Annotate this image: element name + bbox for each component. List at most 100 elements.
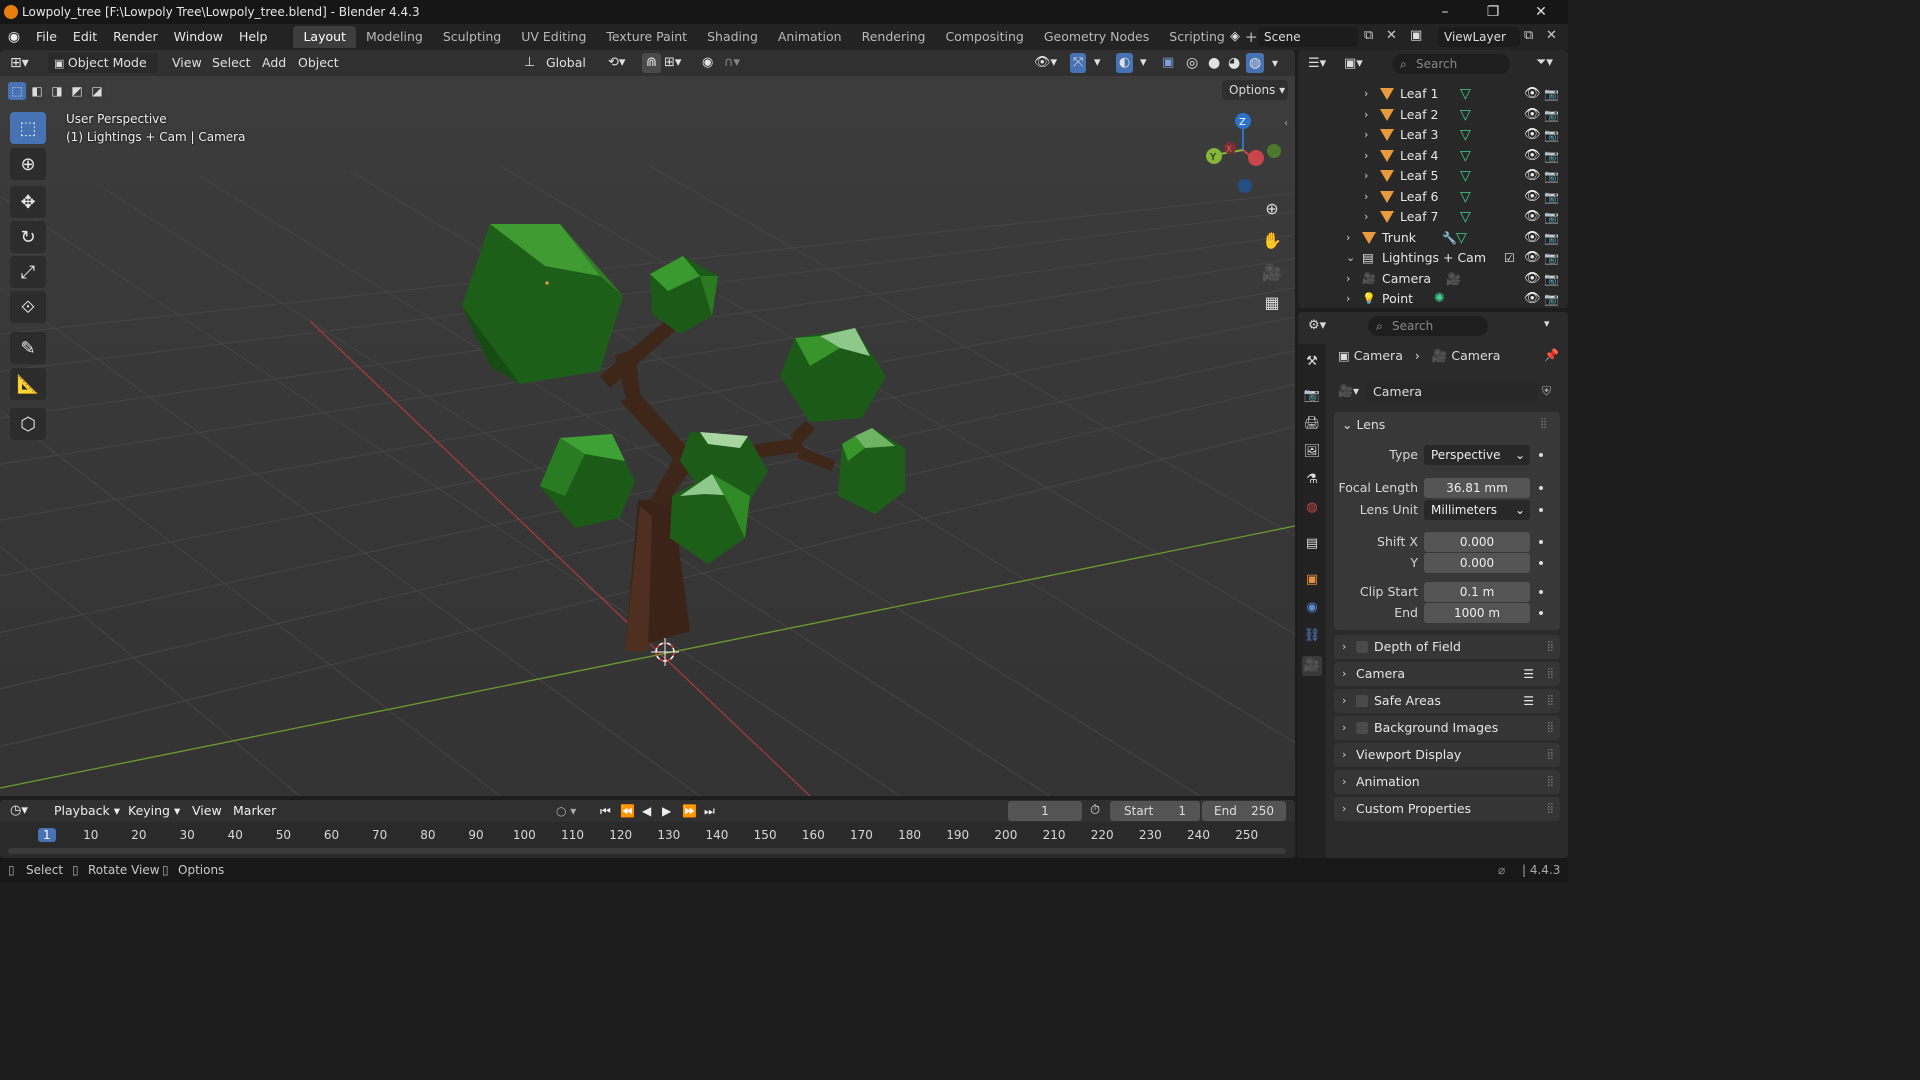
chevron-right-icon[interactable]: › bbox=[1364, 125, 1368, 145]
move-tool-icon[interactable]: ✥ bbox=[10, 186, 46, 218]
close-button[interactable]: ✕ bbox=[1526, 2, 1556, 22]
drag-handle-icon[interactable]: ⣿ bbox=[1547, 770, 1554, 794]
mode-dropdown[interactable]: ▣ Object Mode ▾ bbox=[48, 53, 158, 91]
drag-handle-icon[interactable]: ⣿ bbox=[1547, 797, 1554, 821]
drag-handle-icon[interactable]: ⣿ bbox=[1547, 662, 1554, 686]
select-invert-icon[interactable]: ◩ bbox=[68, 82, 86, 100]
view-menu[interactable]: View bbox=[172, 53, 202, 73]
delete-scene-icon[interactable]: ✕ bbox=[1386, 28, 1397, 43]
outliner-row[interactable]: › Leaf 5 ▽ 👁 📷 bbox=[1298, 166, 1568, 186]
camera-view-icon[interactable]: 🎥 bbox=[1258, 258, 1286, 286]
visibility-eye-icon[interactable]: 👁 bbox=[1524, 248, 1541, 268]
outliner-row[interactable]: › Leaf 4 ▽ 👁 📷 bbox=[1298, 146, 1568, 166]
filter-icon[interactable]: ⏷▾ bbox=[1536, 55, 1553, 70]
select-box-tool-icon[interactable]: ⬚ bbox=[10, 112, 46, 144]
rotate-tool-icon[interactable]: ↻ bbox=[10, 221, 46, 253]
tab-uv-editing[interactable]: UV Editing bbox=[511, 26, 596, 48]
sidebar-toggle-icon[interactable]: ‹ bbox=[1284, 118, 1288, 129]
minimize-button[interactable]: – bbox=[1430, 2, 1460, 22]
play-reverse-icon[interactable]: ◀ bbox=[642, 803, 651, 819]
render-visibility-camera-icon[interactable]: 📷 bbox=[1544, 269, 1559, 289]
pin-icon[interactable]: 📌 bbox=[1544, 348, 1559, 362]
view-layer-icon[interactable]: ▣ bbox=[1410, 28, 1422, 43]
render-visibility-camera-icon[interactable]: 📷 bbox=[1544, 146, 1559, 166]
presets-list-icon[interactable]: ☰ bbox=[1523, 662, 1534, 686]
zoom-icon[interactable]: ⊕ bbox=[1258, 194, 1286, 222]
play-icon[interactable]: ▶ bbox=[662, 803, 671, 819]
render-visibility-camera-icon[interactable]: 📷 bbox=[1544, 125, 1559, 145]
gizmo-dropdown-icon[interactable]: ▾ bbox=[1094, 53, 1101, 73]
tool-tab-icon[interactable]: ⚒ bbox=[1302, 352, 1322, 372]
modifier-wrench-icon[interactable]: 🔧 bbox=[1442, 228, 1457, 248]
breadcrumb-data[interactable]: Camera bbox=[1451, 348, 1500, 363]
visibility-eye-icon[interactable]: 👁 bbox=[1524, 228, 1541, 248]
world-tab-icon[interactable]: ◍ bbox=[1302, 498, 1322, 518]
constraints-tab-icon[interactable]: ⛓ bbox=[1302, 626, 1322, 646]
select-extend-icon[interactable]: ◧ bbox=[28, 82, 46, 100]
collection-tab-icon[interactable]: ▤ bbox=[1302, 534, 1322, 554]
timeline-scrollbar[interactable] bbox=[8, 848, 1286, 854]
menu-render[interactable]: Render bbox=[105, 24, 166, 50]
scene-field[interactable]: Scene bbox=[1258, 27, 1358, 47]
visibility-eye-icon[interactable]: 👁 bbox=[1524, 125, 1541, 145]
panel-enable-checkbox[interactable] bbox=[1356, 641, 1368, 653]
outliner-editor-type-icon[interactable]: ☰▾ bbox=[1308, 56, 1326, 71]
panel-header-custom-properties[interactable]: › Custom Properties ⣿ bbox=[1334, 797, 1560, 821]
mesh-data-icon[interactable]: ▽ bbox=[1460, 105, 1471, 125]
menu-help[interactable]: Help bbox=[231, 24, 276, 50]
properties-options-icon[interactable]: ▾ bbox=[1544, 317, 1550, 330]
light-data-icon[interactable]: ✺ bbox=[1434, 289, 1445, 309]
keyframe-dot-icon[interactable] bbox=[1539, 540, 1543, 544]
outliner-row[interactable]: ⌄ ▤ Lightings + Cam ☑ 👁 📷 bbox=[1298, 248, 1568, 268]
transform-orientation-dropdown[interactable]: Global ▾ bbox=[540, 53, 598, 90]
mesh-data-icon[interactable]: ▽ bbox=[1460, 166, 1471, 186]
keying-menu[interactable]: Keying ▾ bbox=[128, 803, 180, 819]
wireframe-shading-icon[interactable]: ◎ bbox=[1186, 53, 1198, 73]
render-visibility-camera-icon[interactable]: 📷 bbox=[1544, 207, 1559, 227]
chevron-right-icon[interactable]: › bbox=[1346, 289, 1350, 309]
drag-handle-icon[interactable]: ⣿ bbox=[1547, 689, 1554, 713]
visibility-eye-icon[interactable]: 👁 bbox=[1524, 84, 1541, 104]
outliner-row[interactable]: › Leaf 2 ▽ 👁 📷 bbox=[1298, 105, 1568, 125]
editor-type-icon[interactable]: ⊞▾ bbox=[10, 53, 29, 73]
mesh-data-icon[interactable]: ▽ bbox=[1460, 207, 1471, 227]
jump-to-end-icon[interactable]: ⏭ bbox=[704, 803, 715, 819]
mesh-data-icon[interactable]: ▽ bbox=[1456, 228, 1467, 248]
render-tab-icon[interactable]: 📷 bbox=[1302, 386, 1322, 406]
scale-tool-icon[interactable]: ⤢ bbox=[10, 256, 46, 288]
auto-keying-icon[interactable]: ○ ▾ bbox=[556, 803, 576, 819]
lens-unit-dropdown[interactable]: Millimeters ⌄ bbox=[1424, 500, 1530, 520]
chevron-right-icon[interactable]: › bbox=[1346, 269, 1350, 289]
render-visibility-camera-icon[interactable]: 📷 bbox=[1544, 248, 1559, 268]
properties-editor-type-icon[interactable]: ⚙▾ bbox=[1308, 318, 1326, 333]
end-frame-field[interactable]: End 250 bbox=[1202, 801, 1286, 821]
visibility-eye-icon[interactable]: 👁 bbox=[1524, 105, 1541, 125]
select-menu[interactable]: Select bbox=[212, 53, 251, 73]
network-off-icon[interactable]: ⌀ bbox=[1498, 858, 1505, 882]
tab-geometry-nodes[interactable]: Geometry Nodes bbox=[1034, 26, 1159, 48]
pan-hand-icon[interactable]: ✋ bbox=[1258, 226, 1286, 254]
presets-list-icon[interactable]: ☰ bbox=[1523, 689, 1534, 713]
panel-header-viewport-display[interactable]: › Viewport Display ⣿ bbox=[1334, 743, 1560, 767]
maximize-button[interactable]: ❐ bbox=[1478, 2, 1508, 22]
view-layer-tab-icon[interactable]: 🖼 bbox=[1302, 442, 1322, 462]
outliner-row[interactable]: › 🎥 Camera 🎥 👁 📷 bbox=[1298, 269, 1568, 289]
tab-sculpting[interactable]: Sculpting bbox=[433, 26, 511, 48]
keyframe-dot-icon[interactable] bbox=[1539, 590, 1543, 594]
physics-tab-icon[interactable]: ◉ bbox=[1302, 598, 1322, 618]
marker-menu[interactable]: Marker bbox=[233, 803, 276, 819]
keyframe-dot-icon[interactable] bbox=[1539, 486, 1543, 490]
clip-start-field[interactable]: 0.1 m bbox=[1424, 582, 1530, 602]
render-visibility-camera-icon[interactable]: 📷 bbox=[1544, 84, 1559, 104]
render-visibility-camera-icon[interactable]: 📷 bbox=[1544, 166, 1559, 186]
select-intersect-icon[interactable]: ◪ bbox=[88, 82, 106, 100]
chevron-right-icon[interactable]: › bbox=[1364, 146, 1368, 166]
mesh-data-icon[interactable]: ▽ bbox=[1460, 187, 1471, 207]
object-menu[interactable]: Object bbox=[298, 53, 339, 73]
shift-y-field[interactable]: 0.000 bbox=[1424, 553, 1530, 573]
select-new-icon[interactable]: ⬚ bbox=[8, 82, 26, 100]
chevron-right-icon[interactable]: › bbox=[1364, 105, 1368, 125]
visibility-eye-icon[interactable]: 👁 bbox=[1524, 187, 1541, 207]
pivot-point-icon[interactable]: ⟲▾ bbox=[608, 53, 625, 73]
outliner-row[interactable]: › Leaf 3 ▽ 👁 📷 bbox=[1298, 125, 1568, 145]
